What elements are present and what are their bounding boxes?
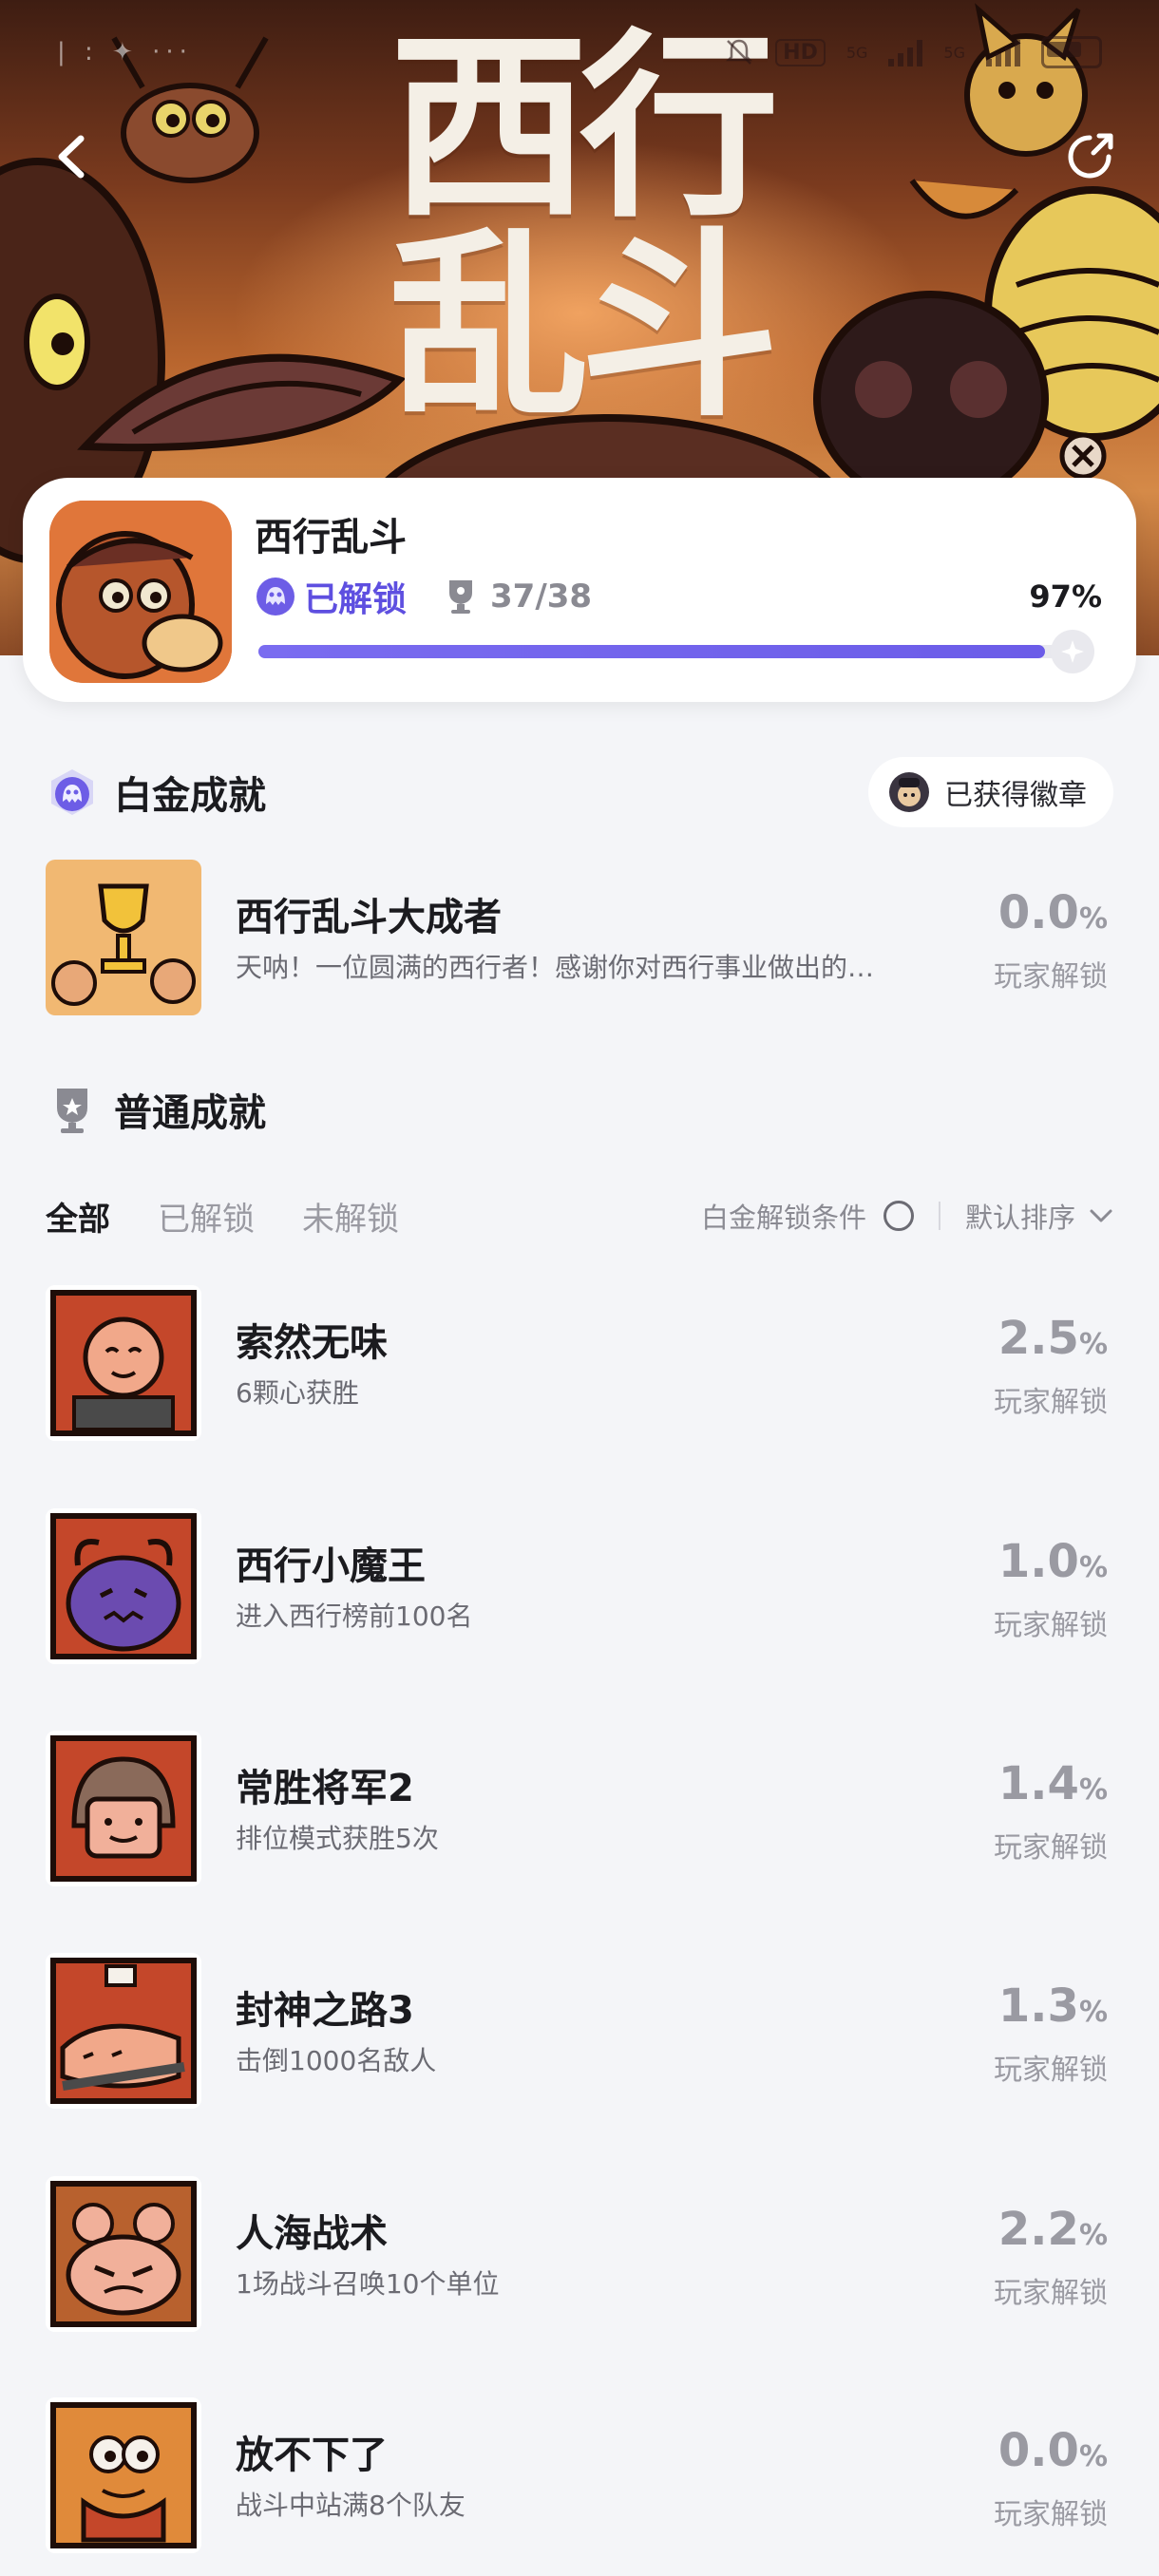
achievement-percent: 0.0%	[998, 886, 1108, 939]
sort-dropdown[interactable]: 默认排序	[965, 1196, 1113, 1236]
condition-toggle[interactable]	[883, 1201, 914, 1231]
achievement-percent: 2.5%	[998, 1312, 1108, 1365]
status-bar: | : ✦ ··· HD 5G 5G	[0, 0, 1159, 104]
achievement-title: 西行小魔王	[236, 1544, 426, 1588]
platinum-section-title: 白金成就	[114, 774, 266, 818]
divider	[938, 1202, 940, 1230]
achievement-percent: 2.2%	[998, 2203, 1108, 2256]
achievement-unlock-label: 玩家解锁	[994, 1609, 1108, 1642]
network-type-2: 5G	[943, 43, 965, 62]
chevron-down-icon	[1090, 1209, 1112, 1222]
progress-bar	[258, 645, 1070, 658]
achievement-title: 索然无味	[236, 1321, 388, 1365]
achievement-row[interactable]: 人海战术 1场战斗召唤10个单位 2.2% 玩家解锁	[46, 2176, 1113, 2338]
achievement-row[interactable]: 封神之路3 击倒1000名敌人 1.3% 玩家解锁	[46, 1953, 1113, 2114]
unlock-status: 已解锁	[304, 580, 408, 619]
achievement-unlock-label: 玩家解锁	[994, 2277, 1108, 2310]
achievement-percent: 1.3%	[998, 1979, 1108, 2033]
badge-avatar-icon	[889, 772, 929, 812]
achievement-unlock-label: 玩家解锁	[994, 1831, 1108, 1865]
trophy-count: 37/38	[490, 578, 593, 616]
achievement-percent: 1.0%	[998, 1535, 1108, 1588]
hd-badge: HD	[775, 38, 826, 66]
achievement-unlock-label: 玩家解锁	[994, 2054, 1108, 2087]
progress-fill	[258, 645, 1046, 658]
game-name: 西行乱斗	[255, 516, 407, 559]
platinum-ghost-icon	[51, 769, 93, 815]
game-icon	[49, 501, 232, 683]
achievement-unlock-label: 玩家解锁	[994, 960, 1108, 994]
tab-all[interactable]: 全部	[46, 1193, 110, 1240]
tab-unlocked[interactable]: 已解锁	[158, 1193, 255, 1240]
normal-section-title: 普通成就	[114, 1091, 266, 1135]
chevron-left-icon	[58, 135, 85, 179]
achievement-title: 西行乱斗大成者	[236, 896, 502, 939]
achievement-row[interactable]: 常胜将军2 排位模式获胜5次 1.4% 玩家解锁	[46, 1731, 1113, 1892]
achievement-thumbnail	[46, 1508, 201, 1664]
achievement-percent: 0.0%	[998, 2424, 1108, 2477]
achievement-row[interactable]: 西行小魔王 进入西行榜前100名 1.0% 玩家解锁	[46, 1508, 1113, 1670]
achievement-thumbnail	[46, 860, 201, 1015]
platinum-condition-label: 白金解锁条件	[700, 1202, 866, 1234]
achievement-title: 常胜将军2	[236, 1767, 414, 1810]
sort-label: 默认排序	[964, 1202, 1075, 1234]
battery-icon	[1041, 36, 1102, 68]
progress-percent: 97%	[1029, 578, 1102, 615]
platinum-section-header: 白金成就	[46, 759, 266, 825]
trophy-icon	[449, 580, 473, 614]
unlock-row: 已解锁 37/38	[255, 573, 592, 620]
achievement-unlock-label: 玩家解锁	[994, 2498, 1108, 2531]
achievement-thumbnail	[46, 2176, 201, 2332]
achievement-thumbnail	[46, 1953, 201, 2109]
status-time: | : ✦ ···	[57, 38, 193, 66]
achievement-unlock-label: 玩家解锁	[994, 1386, 1108, 1419]
achievement-desc: 1场战斗召唤10个单位	[236, 2268, 500, 2300]
game-icon-art	[49, 501, 232, 683]
earned-badge-label: 已获得徽章	[944, 779, 1087, 812]
achievement-desc: 天呐！一位圆满的西行者！感谢你对西行事业做出的…	[236, 952, 875, 983]
share-icon	[1068, 133, 1113, 179]
achievement-row[interactable]: 放不下了 战斗中站满8个队友 0.0% 玩家解锁	[46, 2397, 1113, 2559]
normal-section-header: 普通成就	[46, 1076, 266, 1143]
platinum-achievement-row[interactable]: 西行乱斗大成者 天呐！一位圆满的西行者！感谢你对西行事业做出的… 0.0% 玩家…	[46, 860, 1113, 1021]
achievement-thumbnail	[46, 1731, 201, 1886]
signal-icon	[888, 38, 923, 66]
achievement-thumbnail	[46, 1285, 201, 1441]
achievement-desc: 进入西行榜前100名	[236, 1601, 473, 1632]
achievement-desc: 排位模式获胜5次	[236, 1823, 439, 1854]
earned-badge-button[interactable]: 已获得徽章	[868, 757, 1113, 827]
achievement-percent: 1.4%	[998, 1757, 1108, 1810]
achievement-title: 封神之路3	[236, 1989, 414, 2033]
filter-bar: 全部 已解锁 未解锁 白金解锁条件 默认排序	[46, 1183, 1113, 1249]
game-summary-card: 西行乱斗 已解锁 37/38 97%	[23, 478, 1136, 702]
achievement-thumbnail	[46, 2397, 201, 2553]
network-type: 5G	[846, 43, 868, 62]
achievement-row[interactable]: 索然无味 6颗心获胜 2.5% 玩家解锁	[46, 1285, 1113, 1447]
trophy-icon	[57, 1089, 87, 1133]
back-button[interactable]	[38, 123, 104, 190]
achievement-desc: 战斗中站满8个队友	[236, 2490, 466, 2521]
tab-locked[interactable]: 未解锁	[302, 1193, 399, 1240]
achievement-title: 放不下了	[236, 2434, 388, 2477]
achievement-title: 人海战术	[236, 2212, 388, 2256]
signal-icon-2	[986, 38, 1020, 66]
progress-end-star-icon	[1051, 630, 1094, 673]
achievement-desc: 6颗心获胜	[236, 1377, 359, 1409]
achievement-desc: 击倒1000名敌人	[236, 2045, 437, 2076]
mute-bell-icon	[726, 39, 753, 65]
platinum-ghost-icon	[256, 578, 294, 616]
share-button[interactable]	[1056, 123, 1123, 190]
